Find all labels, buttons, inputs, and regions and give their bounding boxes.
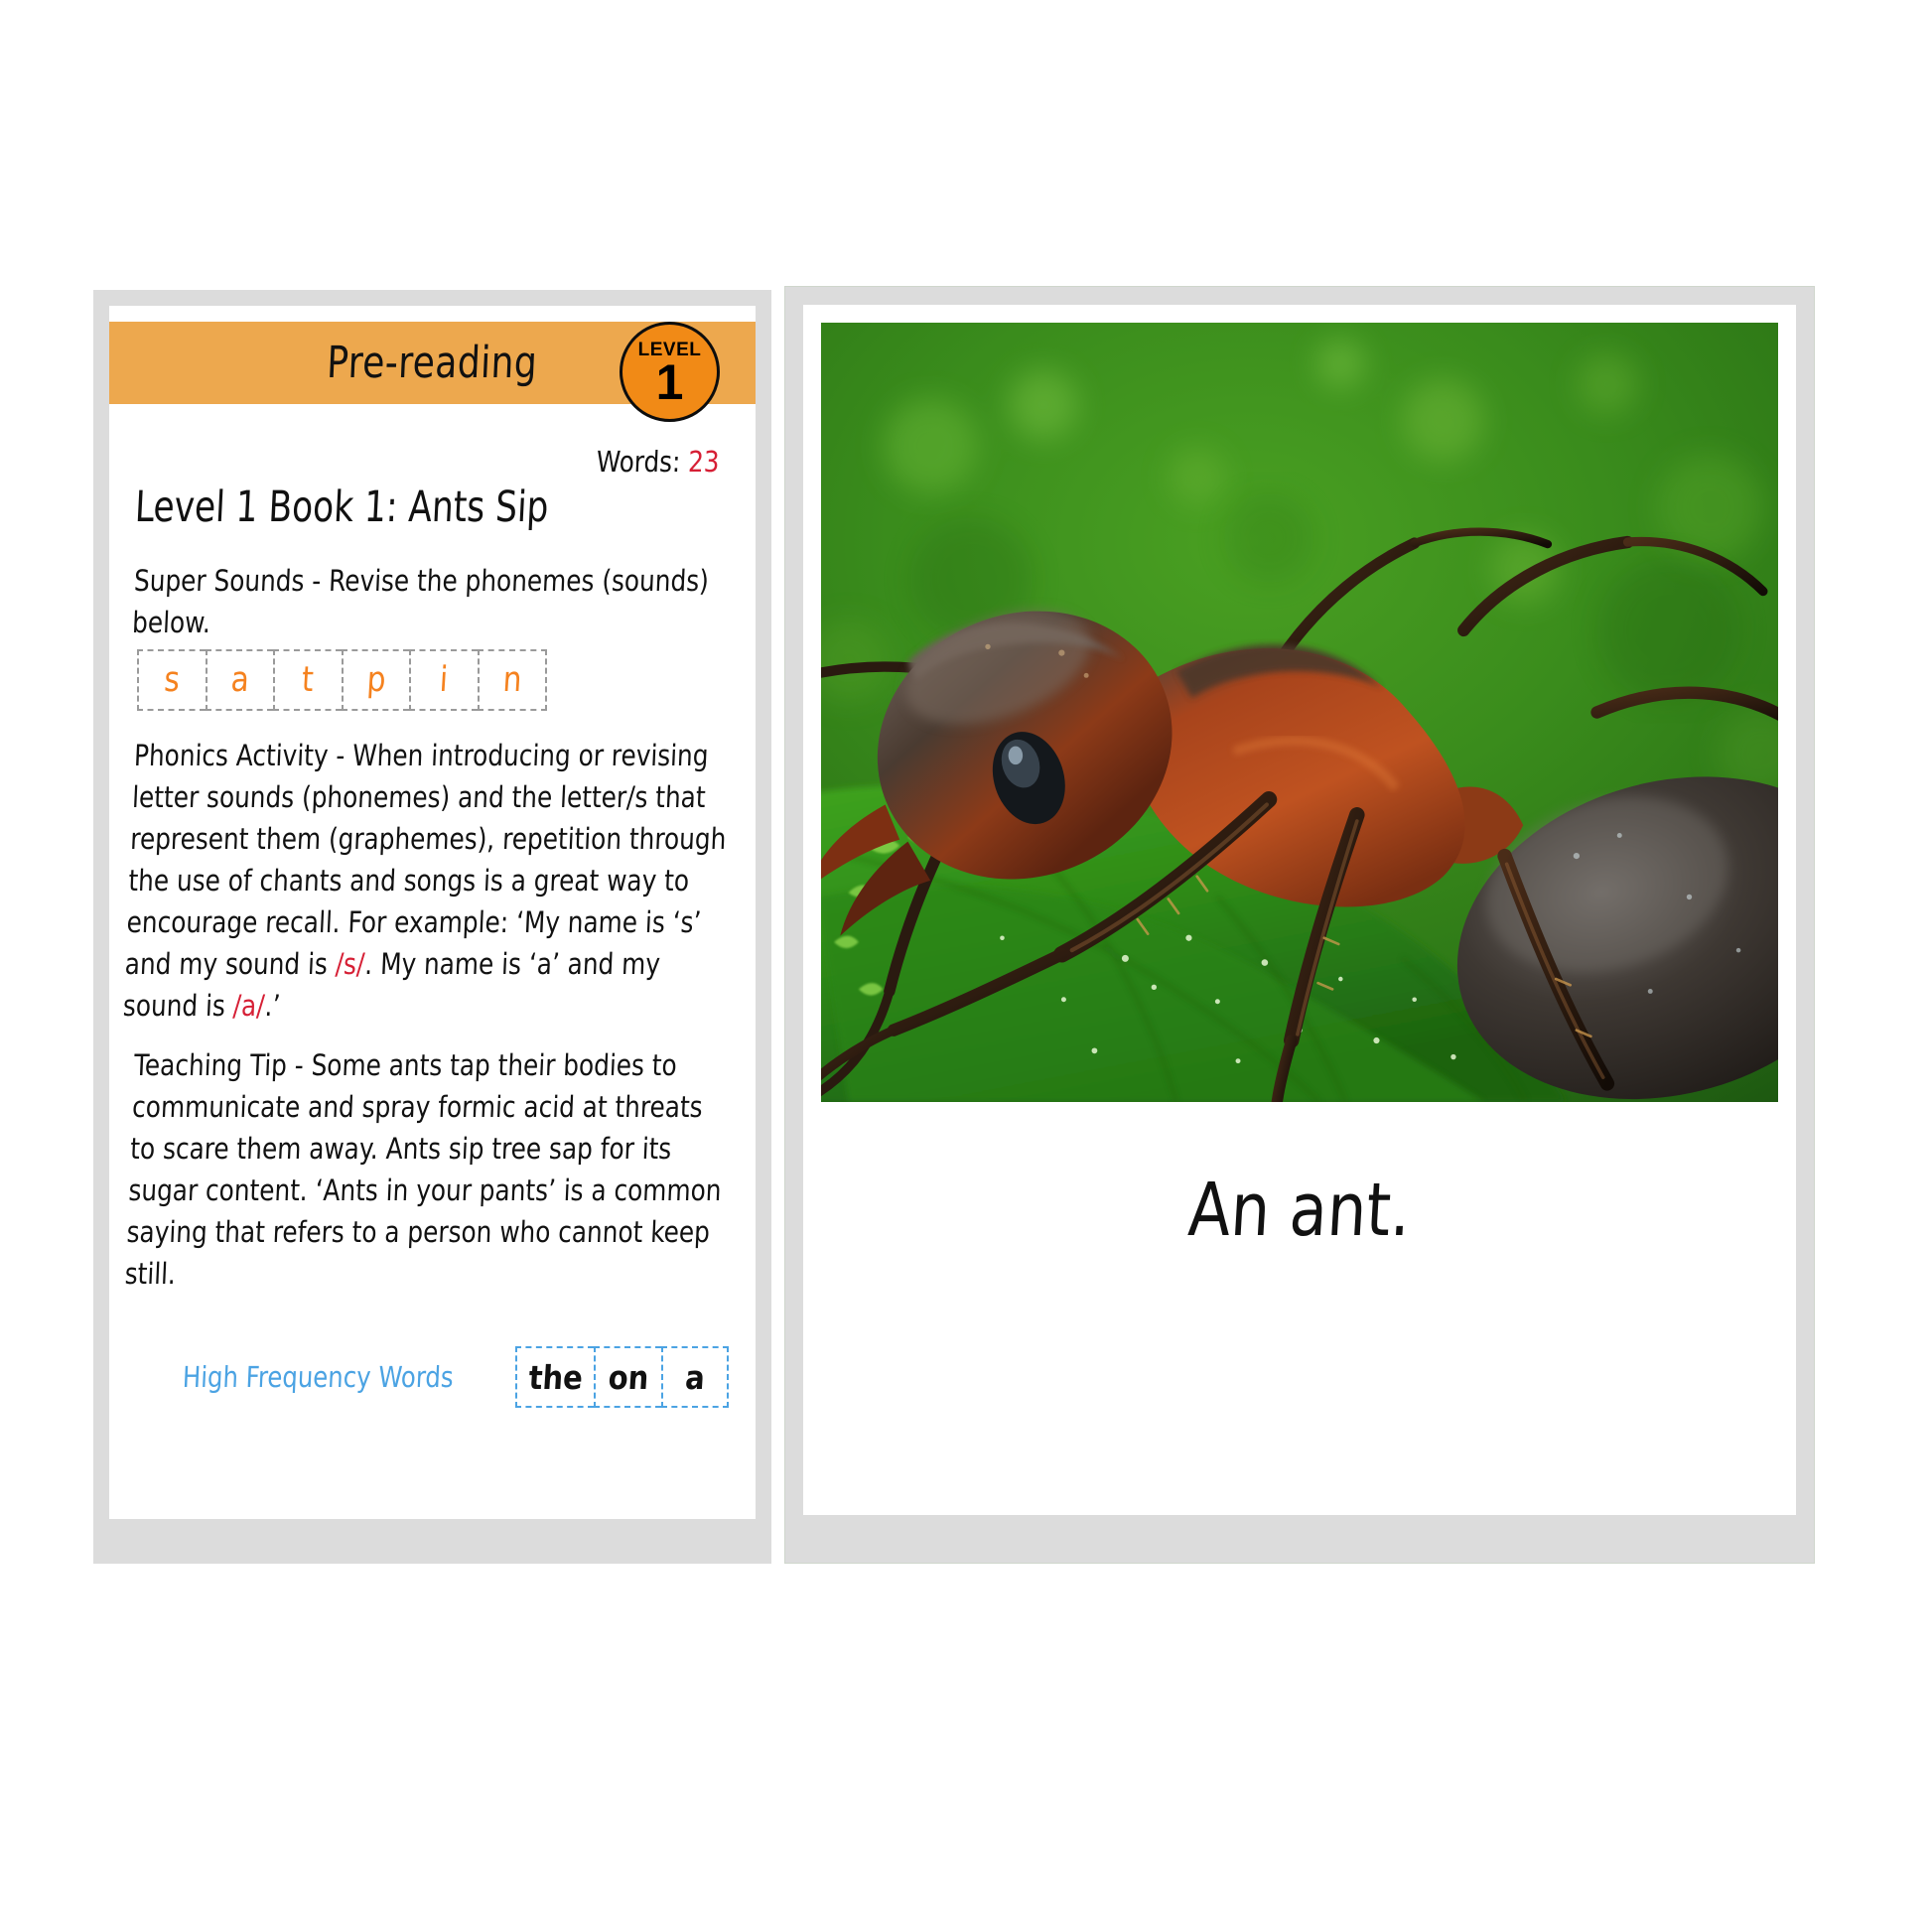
level-badge-number: 1	[655, 354, 684, 410]
phoneme-notation-s: /s/	[335, 947, 366, 981]
phoneme-notation-a: /a/	[231, 989, 266, 1023]
phoneme-strip: s a t p i n	[137, 649, 547, 711]
ant-photo	[821, 323, 1778, 1102]
book-caption-area: An ant.	[821, 1102, 1778, 1515]
phonics-activity-text-part3: .’	[263, 989, 282, 1023]
high-frequency-word-cell[interactable]: a	[661, 1346, 730, 1408]
phoneme-letter: i	[438, 659, 450, 700]
ant-photo-illustration	[821, 323, 1778, 1102]
phoneme-cell[interactable]: n	[477, 649, 547, 711]
phoneme-letter: a	[229, 659, 251, 700]
high-frequency-word: a	[684, 1357, 707, 1397]
phoneme-letter: n	[501, 659, 523, 700]
phoneme-cell[interactable]: a	[205, 649, 273, 711]
high-frequency-words-label: High Frequency Words	[182, 1360, 455, 1394]
super-sounds-instruction: Super Sounds - Revise the phonemes (soun…	[131, 564, 710, 639]
phonics-activity-paragraph: Phonics Activity - When introducing or r…	[122, 735, 734, 1027]
book-caption: An ant.	[1185, 1168, 1414, 1253]
words-counter-label: Words:	[596, 445, 682, 479]
phoneme-cell[interactable]: t	[273, 649, 342, 711]
teaching-tip-paragraph: Teaching Tip - Some ants tap their bodie…	[124, 1048, 723, 1291]
words-counter: Words: 23	[597, 445, 721, 479]
page-stage: Pre-reading LEVEL 1 Words: 23 Level 1 Bo…	[0, 0, 1932, 1932]
words-counter-value: 23	[687, 445, 721, 479]
phonics-activity-text-part1: Phonics Activity - When introducing or r…	[124, 739, 728, 981]
phoneme-letter: p	[365, 659, 387, 700]
high-frequency-words-boxes: the on a	[514, 1346, 730, 1408]
high-frequency-word-cell[interactable]: on	[594, 1346, 662, 1408]
book-page-card: An ant.	[784, 286, 1815, 1564]
teacher-notes-content: Level 1 Book 1: Ants Sip Super Sounds - …	[122, 483, 734, 1408]
phoneme-cell[interactable]: s	[137, 649, 206, 711]
phoneme-letter: t	[301, 659, 316, 700]
high-frequency-word-cell[interactable]: the	[514, 1346, 595, 1408]
phoneme-letter: s	[163, 659, 182, 700]
high-frequency-word: on	[607, 1357, 650, 1397]
high-frequency-words-row: High Frequency Words the on a	[182, 1346, 734, 1408]
phoneme-cell[interactable]: i	[409, 649, 478, 711]
level-badge: LEVEL 1	[620, 322, 720, 422]
page-title: Pre-reading	[326, 338, 539, 388]
teacher-notes-card: Pre-reading LEVEL 1 Words: 23 Level 1 Bo…	[93, 290, 771, 1564]
phoneme-cell[interactable]: p	[341, 649, 409, 711]
book-page: An ant.	[803, 305, 1796, 1515]
high-frequency-word: the	[527, 1357, 584, 1397]
teacher-notes-page: Pre-reading LEVEL 1 Words: 23 Level 1 Bo…	[109, 306, 756, 1519]
book-title: Level 1 Book 1: Ants Sip	[133, 483, 550, 532]
